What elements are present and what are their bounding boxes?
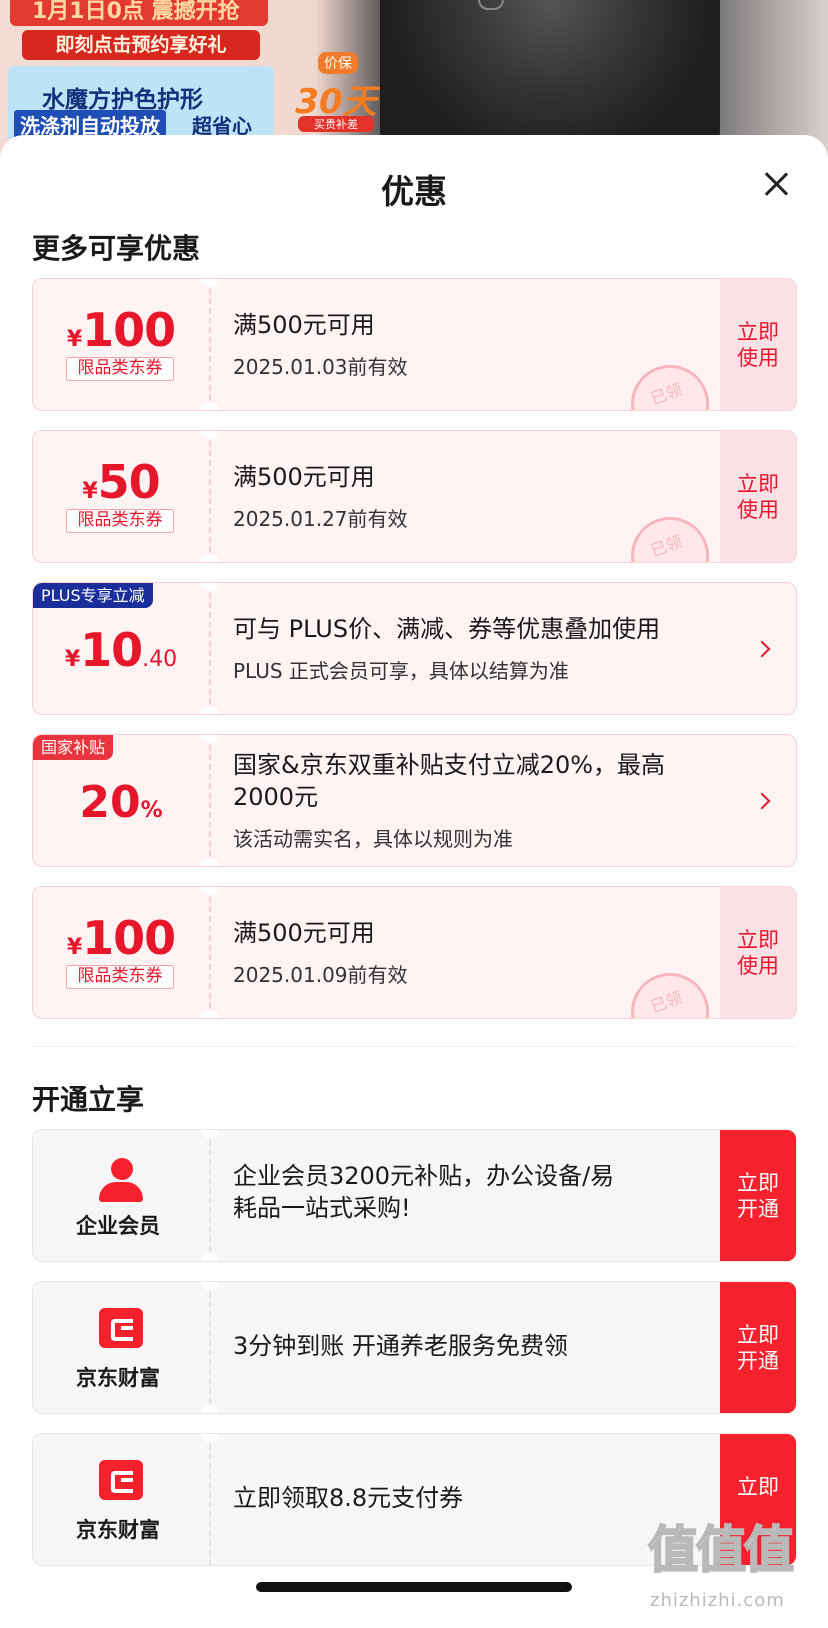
section-title-more: 更多可享优惠 <box>32 232 201 265</box>
dashed-divider <box>209 1282 211 1413</box>
claimed-stamp-icon: 已领 <box>620 354 720 410</box>
plus-amount: 10 <box>80 623 143 677</box>
open-now-button[interactable]: 立即 开通 <box>720 1282 796 1413</box>
ticket-notch <box>201 1010 219 1018</box>
dashed-divider <box>209 279 211 410</box>
service-description-line1: 企业会员3200元补贴，办公设备/易 <box>233 1162 615 1190</box>
ticket-notch <box>201 1253 219 1261</box>
plus-amount-decimal: .40 <box>142 647 178 672</box>
watermark-logo: 值值值 <box>647 1520 795 1580</box>
use-now-button[interactable]: 立即 使用 <box>720 887 796 1018</box>
coupon-validity: 2025.01.09前有效 <box>233 963 408 987</box>
service-brand-area: 京东财富 <box>33 1434 209 1565</box>
service-label: 京东财富 <box>76 1366 160 1390</box>
coupon-amount: 100 <box>82 911 176 965</box>
coupon-card[interactable]: ¥50 限品类东券 满500元可用 2025.01.27前有效 已领 立即 使用 <box>32 430 797 563</box>
price-protect-badge: 价保 30天 买贵补差 <box>290 52 382 132</box>
coupon-type-tag: 限品类东券 <box>66 509 174 533</box>
coupon-value-area: ¥100 限品类东券 <box>33 279 209 410</box>
plus-discount-card[interactable]: PLUS专享立减 ¥10.40 可与 PLUS价、满减、券等优惠叠加使用 PLU… <box>32 582 797 715</box>
ticket-notch <box>201 402 219 410</box>
plus-value-area: ¥10.40 <box>33 583 209 714</box>
coupon-amount: 50 <box>97 455 161 509</box>
section-divider <box>32 1046 797 1047</box>
service-brand-area: 企业会员 <box>33 1130 209 1261</box>
dashed-divider <box>209 1434 211 1565</box>
jd-wealth-icon <box>99 1308 143 1348</box>
dashed-divider <box>209 431 211 562</box>
home-indicator[interactable] <box>256 1582 572 1592</box>
coupon-value-area: ¥50 限品类东券 <box>33 431 209 562</box>
subsidy-percent: 20 <box>79 777 141 828</box>
jd-wealth-card[interactable]: 京东财富 3分钟到账 开通养老服务免费领 立即 开通 <box>32 1281 797 1414</box>
claimed-stamp-icon: 已领 <box>620 506 720 562</box>
currency-symbol: ¥ <box>66 935 83 960</box>
service-brand-area: 京东财富 <box>33 1282 209 1413</box>
plus-description: 可与 PLUS价、满减、券等优惠叠加使用 <box>233 615 661 643</box>
sheet-title: 优惠 <box>381 172 447 211</box>
ticket-notch <box>201 858 219 866</box>
watermark-url: zhizhizhi.com <box>650 1590 785 1611</box>
badge-bottom-text: 买贵补差 <box>298 116 374 132</box>
coupon-condition: 满500元可用 <box>233 463 375 491</box>
site-watermark: 值值值 zhizhizhi.com <box>647 1510 820 1620</box>
currency-symbol: ¥ <box>64 647 81 672</box>
service-description-line2: 耗品一站式采购! <box>233 1194 411 1222</box>
enterprise-member-card[interactable]: 企业会员 企业会员3200元补贴，办公设备/易 耗品一站式采购! 立即 开通 <box>32 1129 797 1262</box>
section-title-open: 开通立享 <box>32 1083 145 1116</box>
use-now-button[interactable]: 立即 使用 <box>720 431 796 562</box>
gov-description-line1: 国家&京东双重补贴支付立减20%，最高 <box>233 751 666 779</box>
currency-symbol: ¥ <box>66 327 83 352</box>
banner-sale-date: 1月1日0点 震撼开抢 <box>10 0 268 26</box>
dashed-divider <box>209 583 211 714</box>
coupon-validity: 2025.01.27前有效 <box>233 507 408 531</box>
discount-sheet: 优惠 更多可享优惠 ¥100 限品类东券 满500元可用 2025.01.03前… <box>0 135 828 1628</box>
coupon-card[interactable]: ¥100 限品类东券 满500元可用 2025.01.09前有效 已领 立即 使用 <box>32 886 797 1019</box>
service-description: 立即领取8.8元支付券 <box>233 1484 464 1512</box>
dashed-divider <box>209 1130 211 1261</box>
coupon-condition: 满500元可用 <box>233 919 375 947</box>
coupon-type-tag: 限品类东券 <box>66 965 174 989</box>
badge-top-text: 价保 <box>318 52 358 74</box>
gov-note: 该活动需实名，具体以规则为准 <box>233 827 513 851</box>
dashed-divider <box>209 887 211 1018</box>
ticket-notch <box>201 1405 219 1413</box>
close-icon[interactable] <box>756 165 796 205</box>
coupon-validity: 2025.01.03前有效 <box>233 355 408 379</box>
use-now-button[interactable]: 立即 使用 <box>720 279 796 410</box>
ticket-notch <box>201 706 219 714</box>
claimed-stamp-icon: 已领 <box>620 962 720 1018</box>
coupon-type-tag: 限品类东券 <box>66 357 174 381</box>
percent-sign: % <box>140 798 163 823</box>
plus-note: PLUS 正式会员可享，具体以结算为准 <box>233 659 569 683</box>
ticket-notch <box>201 554 219 562</box>
service-description: 3分钟到账 开通养老服务免费领 <box>233 1332 568 1360</box>
dashed-divider <box>209 735 211 866</box>
coupon-amount: 100 <box>82 303 176 357</box>
service-label: 京东财富 <box>76 1518 160 1542</box>
jd-wealth-icon <box>99 1460 143 1500</box>
banner-reserve-text: 即刻点击预约享好礼 <box>22 30 260 60</box>
service-label: 企业会员 <box>76 1214 160 1238</box>
chevron-right-icon[interactable] <box>753 640 771 657</box>
coupon-card[interactable]: ¥100 限品类东券 满500元可用 2025.01.03前有效 已领 立即 使用 <box>32 278 797 411</box>
gov-subsidy-card[interactable]: 国家补贴 20% 国家&京东双重补贴支付立减20%，最高 2000元 该活动需实… <box>32 734 797 867</box>
gov-value-area: 20% <box>33 735 209 866</box>
banner-promo-line1: 水魔方护色护形 <box>42 87 203 113</box>
chevron-right-icon[interactable] <box>753 792 771 809</box>
coupon-value-area: ¥100 限品类东券 <box>33 887 209 1018</box>
gov-description-line2: 2000元 <box>233 783 319 811</box>
person-icon <box>99 1158 143 1202</box>
currency-symbol: ¥ <box>82 479 98 504</box>
coupon-condition: 满500元可用 <box>233 311 375 339</box>
open-now-button[interactable]: 立即 开通 <box>720 1130 796 1261</box>
